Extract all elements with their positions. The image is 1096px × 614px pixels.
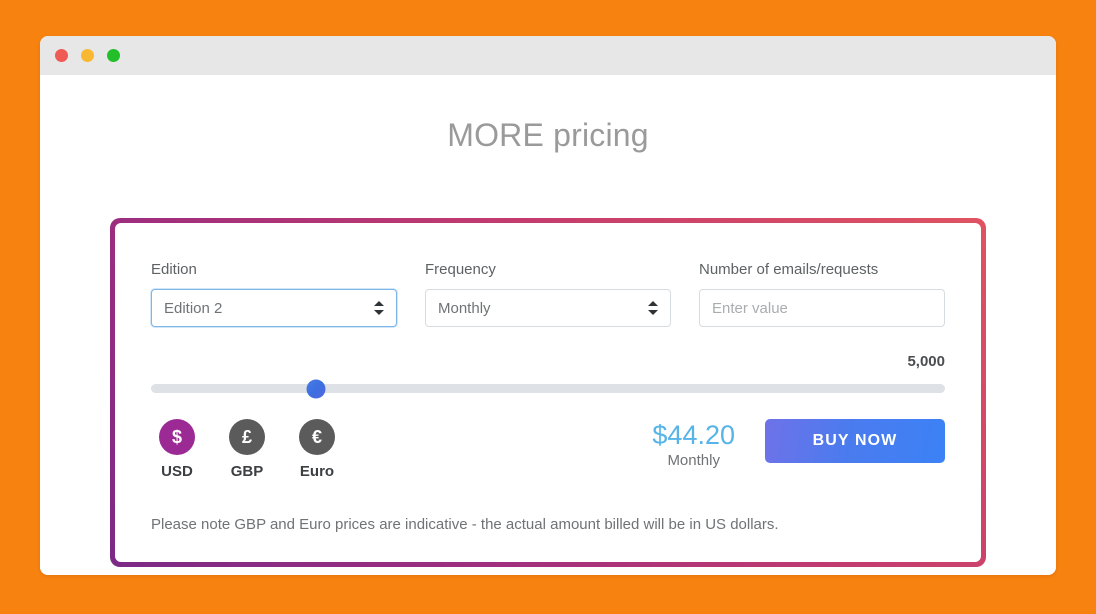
currency-option-euro[interactable]: € Euro bbox=[291, 419, 343, 480]
minimize-window-button[interactable] bbox=[81, 49, 94, 62]
currency-note: Please note GBP and Euro prices are indi… bbox=[151, 516, 779, 533]
quantity-input[interactable] bbox=[699, 289, 945, 327]
frequency-select-value: Monthly bbox=[438, 299, 491, 317]
pricing-panel-inner: Edition Edition 2 Frequency Monthly Numb… bbox=[115, 223, 981, 562]
buy-now-button[interactable]: BUY NOW bbox=[765, 419, 945, 463]
currency-label-usd: USD bbox=[161, 463, 193, 480]
pound-icon: £ bbox=[229, 419, 265, 455]
chevron-updown-icon bbox=[648, 300, 658, 316]
pricing-form-row: Edition Edition 2 Frequency Monthly Numb… bbox=[151, 223, 945, 327]
pricing-calculator-panel: Edition Edition 2 Frequency Monthly Numb… bbox=[110, 218, 986, 567]
close-window-button[interactable] bbox=[55, 49, 68, 62]
payment-row: $ USD £ GBP € Euro $44.20 Monthly BUY NO… bbox=[151, 393, 945, 480]
quantity-slider[interactable] bbox=[151, 379, 945, 398]
price-block: $44.20 Monthly bbox=[652, 419, 735, 470]
window-titlebar bbox=[40, 36, 1056, 75]
euro-icon: € bbox=[299, 419, 335, 455]
currency-option-usd[interactable]: $ USD bbox=[151, 419, 203, 480]
edition-field: Edition Edition 2 bbox=[151, 261, 397, 327]
edition-select-value: Edition 2 bbox=[164, 299, 223, 317]
currency-label-gbp: GBP bbox=[230, 463, 264, 480]
currency-selector: $ USD £ GBP € Euro bbox=[151, 419, 343, 480]
edition-label: Edition bbox=[151, 261, 197, 278]
currency-label-euro: Euro bbox=[299, 463, 335, 480]
quantity-label: Number of emails/requests bbox=[699, 261, 879, 278]
edition-select[interactable]: Edition 2 bbox=[151, 289, 397, 327]
quantity-field: Number of emails/requests bbox=[699, 261, 945, 327]
browser-window: MORE pricing Edition Edition 2 Frequency bbox=[40, 36, 1056, 575]
page-content: MORE pricing Edition Edition 2 Frequency bbox=[40, 75, 1056, 575]
dollar-icon: $ bbox=[159, 419, 195, 455]
price-and-buy: $44.20 Monthly BUY NOW bbox=[652, 419, 945, 469]
slider-thumb[interactable] bbox=[306, 379, 326, 398]
frequency-label: Frequency bbox=[425, 261, 496, 278]
page-title: MORE pricing bbox=[447, 117, 649, 153]
quantity-slider-block: 5,000 bbox=[151, 327, 945, 398]
frequency-field: Frequency Monthly bbox=[425, 261, 671, 327]
price-amount: $44.20 bbox=[652, 420, 735, 450]
price-period: Monthly bbox=[667, 452, 720, 470]
chevron-updown-icon bbox=[374, 300, 384, 316]
currency-option-gbp[interactable]: £ GBP bbox=[221, 419, 273, 480]
frequency-select[interactable]: Monthly bbox=[425, 289, 671, 327]
slider-value-label: 5,000 bbox=[907, 353, 945, 370]
maximize-window-button[interactable] bbox=[107, 49, 120, 62]
